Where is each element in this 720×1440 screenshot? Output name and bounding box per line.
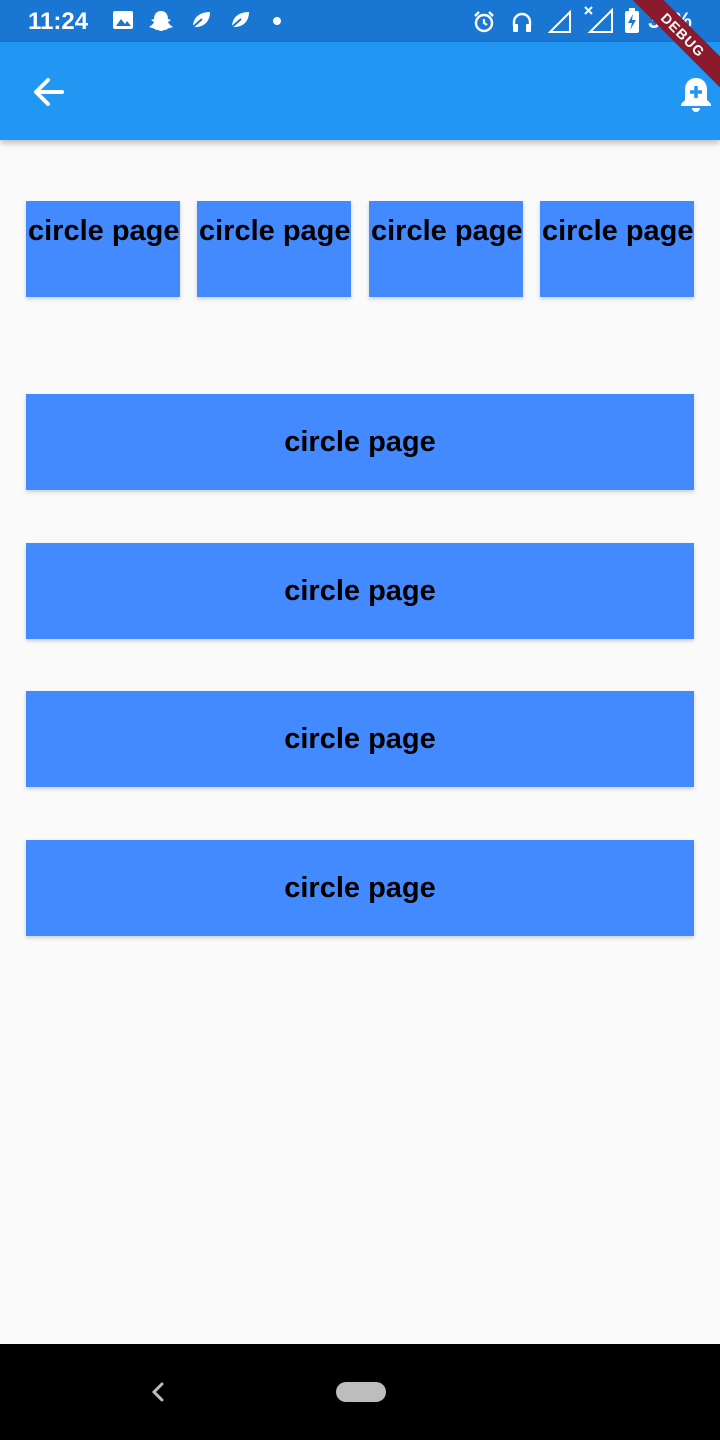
circle-page-button[interactable]: circle page: [540, 201, 694, 297]
button-label: circle page: [284, 574, 436, 607]
button-label: circle page: [284, 871, 436, 904]
snapchat-icon: [148, 10, 174, 32]
notification-add-icon: [681, 78, 711, 112]
app-bar: [0, 42, 720, 140]
circle-page-button[interactable]: circle page: [26, 543, 694, 639]
nav-back-button[interactable]: [146, 1374, 170, 1410]
alarm-icon: [472, 10, 496, 34]
arrow-back-icon: [34, 78, 64, 106]
add-notification-button[interactable]: [678, 74, 714, 114]
system-nav-bar: [0, 1344, 720, 1440]
back-button[interactable]: [30, 74, 70, 110]
headset-icon: [510, 10, 534, 34]
signal-x-icon: [584, 6, 614, 34]
small-button-row: circle page circle page circle page circ…: [26, 201, 694, 297]
circle-page-button[interactable]: circle page: [26, 691, 694, 787]
circle-page-button[interactable]: circle page: [26, 394, 694, 490]
nav-back-icon: [151, 1382, 164, 1402]
status-time: 11:24: [28, 8, 89, 35]
circle-page-button[interactable]: circle page: [26, 840, 694, 936]
circle-page-button[interactable]: circle page: [26, 201, 180, 297]
dot-icon: [272, 16, 282, 26]
battery-charging-icon: [624, 8, 640, 34]
button-label: circle page: [284, 425, 436, 458]
signal-icon: [548, 10, 572, 34]
leaf-icon: [229, 10, 251, 30]
button-label: circle page: [284, 722, 436, 755]
leaf-icon: [190, 10, 212, 30]
image-icon: [112, 10, 134, 30]
circle-page-button[interactable]: circle page: [369, 201, 523, 297]
circle-page-button[interactable]: circle page: [197, 201, 351, 297]
status-bar: 11:24 35%: [0, 0, 720, 42]
home-pill-icon[interactable]: [336, 1382, 386, 1402]
